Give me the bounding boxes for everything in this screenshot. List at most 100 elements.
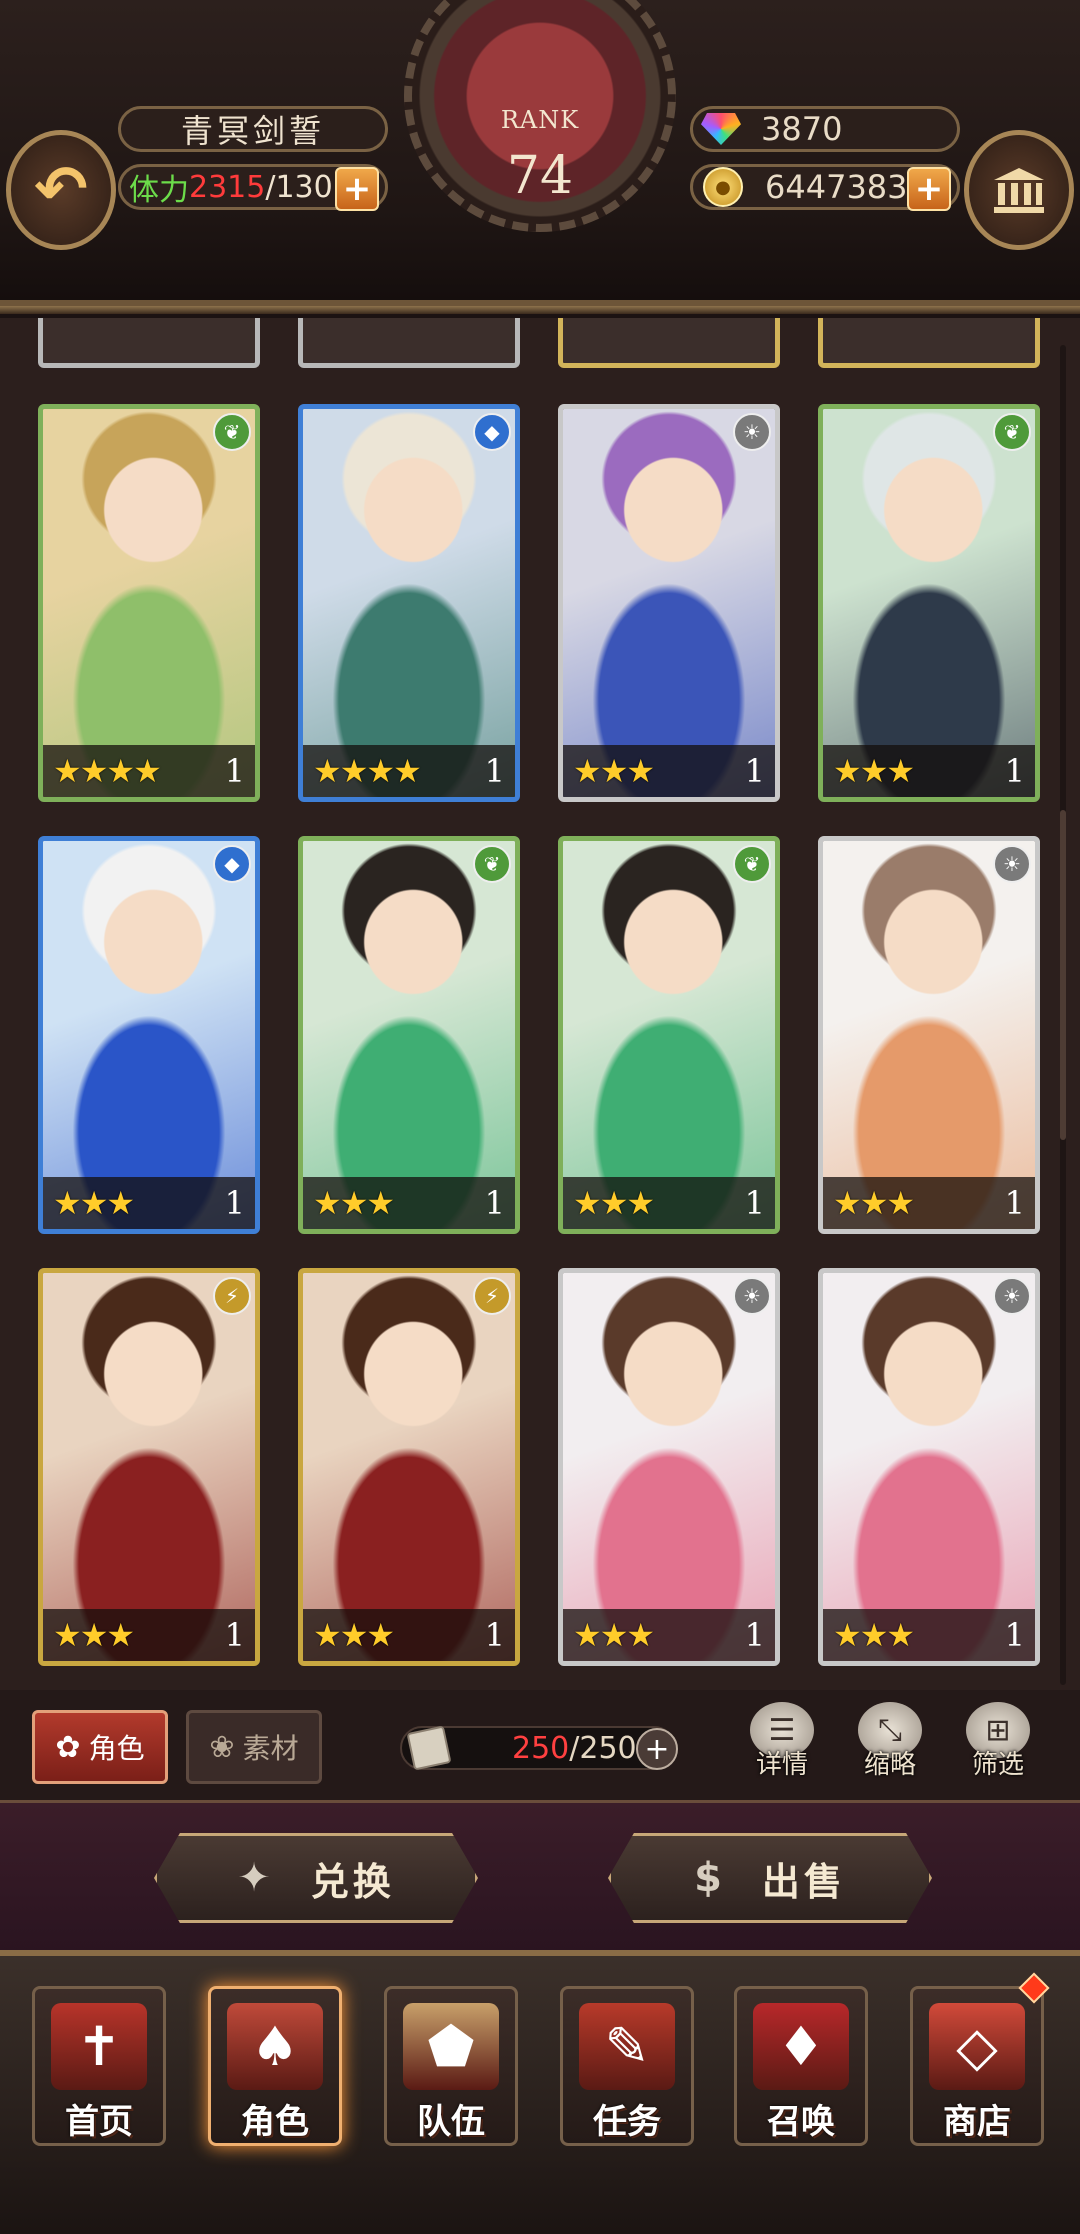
card-footer: ★★★ 1 — [563, 1609, 775, 1661]
nature-element-icon: ❦ — [733, 845, 771, 883]
star-rating: ★★★ — [53, 1616, 135, 1654]
nature-element-icon: ❦ — [213, 413, 251, 451]
star-rating: ★★★ — [313, 1616, 395, 1654]
character-portrait — [43, 841, 255, 1229]
exchange-label: 兑换 — [310, 1859, 395, 1904]
card-level: 1 — [484, 752, 505, 790]
card-partial[interactable] — [818, 318, 1040, 368]
character-card[interactable]: ❦ ★★★★ 1 — [38, 404, 260, 802]
nav-label: 角色 — [241, 2102, 309, 2142]
money-bag-icon: $ — [694, 1855, 726, 1901]
character-card[interactable]: ❦ ★★★ 1 — [298, 836, 520, 1234]
sell-label: 出售 — [761, 1859, 846, 1904]
star-rating: ★★★ — [573, 752, 655, 790]
card-level: 1 — [1004, 1616, 1025, 1654]
nature-element-icon: ❦ — [993, 413, 1031, 451]
player-name: 青冥剑誓 — [118, 106, 388, 152]
character-card[interactable]: ☀ ★★★ 1 — [558, 404, 780, 802]
card-footer: ★★★ 1 — [823, 745, 1035, 797]
card-footer: ★★★ 1 — [303, 1609, 515, 1661]
nav-item-6[interactable]: ◇ 商店 — [910, 1972, 1050, 2146]
team-emblem-icon: ⬟ — [403, 2003, 499, 2090]
quest-book-icon: ✎ — [579, 2003, 675, 2090]
summon-card-icon: ♦ — [753, 2003, 849, 2090]
card-level: 1 — [484, 1184, 505, 1222]
star-rating: ★★★★ — [53, 752, 162, 790]
character-card[interactable]: ❦ ★★★ 1 — [558, 836, 780, 1234]
card-level: 1 — [744, 1184, 765, 1222]
rank-label: RANK — [500, 106, 580, 134]
character-portrait — [43, 409, 255, 797]
character-card[interactable]: ❦ ★★★ 1 — [818, 404, 1040, 802]
character-card[interactable]: ☀ ★★★ 1 — [818, 1268, 1040, 1666]
card-partial[interactable] — [298, 318, 520, 368]
card-footer: ★★★ 1 — [823, 1177, 1035, 1229]
character-card[interactable]: ☀ ★★★ 1 — [818, 836, 1040, 1234]
character-portrait — [823, 1273, 1035, 1661]
star-rating: ★★★★ — [313, 752, 422, 790]
scrollbar-thumb[interactable] — [1060, 810, 1066, 1140]
card-footer: ★★★ 1 — [563, 745, 775, 797]
nav-item-1[interactable]: ✝ 首页 — [32, 1986, 166, 2146]
action-bar: ✦ 兑换 $ 出售 — [0, 1800, 1080, 1953]
detail-label: 详情 — [755, 1750, 808, 1780]
nav-item-2[interactable]: ♠ 角色 — [208, 1986, 342, 2146]
capacity-current: 250 — [512, 1730, 570, 1766]
water-element-icon: ◆ — [213, 845, 251, 883]
card-level: 1 — [224, 752, 245, 790]
character-portrait — [563, 841, 775, 1229]
add-gold-button[interactable]: + — [907, 167, 951, 211]
bottom-navigation: ✝ 首页 ♠ 角色 ⬟ 队伍 ✎ 任务 ♦ 召唤 ◇ 商店 — [0, 1950, 1080, 2234]
card-level: 1 — [484, 1616, 505, 1654]
card-partial[interactable] — [558, 318, 780, 368]
card-level: 1 — [224, 1616, 245, 1654]
character-portrait — [563, 409, 775, 797]
star-rating: ★★★ — [833, 1616, 915, 1654]
sell-button[interactable]: $ 出售 — [608, 1833, 932, 1923]
character-portrait — [823, 409, 1035, 797]
card-footer: ★★★ 1 — [43, 1177, 255, 1229]
nav-label: 商店 — [943, 2102, 1011, 2142]
card-grid[interactable]: ❦ ★★★★ 1 ◆ ★★★★ 1 ☀ ★★★ 1 ❦ ★★★ 1 ◆ ★★★ 1 ❦ ★★★ 1 ❦ ★★★ 1 ☀ ★★… — [0, 318, 1080, 1690]
thumbnail-label: 缩略 — [863, 1750, 916, 1780]
nav-label: 召唤 — [767, 2102, 835, 2142]
stamina-display: 体力 2315 /130 + — [118, 164, 388, 211]
gem-count: 3870 — [761, 110, 843, 148]
character-portrait — [303, 1273, 515, 1661]
character-card[interactable]: ⚡ ★★★ 1 — [298, 1268, 520, 1666]
nav-item-5[interactable]: ♦ 召唤 — [734, 1986, 868, 2146]
add-stamina-button[interactable]: + — [335, 167, 379, 211]
gold-coin-icon: ● — [703, 167, 743, 207]
card-footer: ★★★★ 1 — [303, 745, 515, 797]
tab-character[interactable]: ✿ 角色 — [32, 1710, 168, 1784]
character-portrait — [563, 1273, 775, 1661]
inventory-toolbar: ✿ 角色 ❀ 素材 250 /250 + ☰ 详情 ⤡ 缩略 ⊞ 筛选 — [0, 1690, 1080, 1800]
character-card[interactable]: ⚡ ★★★ 1 — [38, 1268, 260, 1666]
material-tab-icon: ❀ — [209, 1729, 235, 1765]
exchange-button[interactable]: ✦ 兑换 — [154, 1833, 478, 1923]
card-partial[interactable] — [38, 318, 260, 368]
character-card[interactable]: ☀ ★★★ 1 — [558, 1268, 780, 1666]
character-portrait — [303, 841, 515, 1229]
card-level: 1 — [224, 1184, 245, 1222]
card-capacity: 250 /250 + — [400, 1725, 678, 1771]
character-card[interactable]: ◆ ★★★ 1 — [38, 836, 260, 1234]
thumbnail-button[interactable]: ⤡ 缩略 — [850, 1702, 930, 1781]
nav-item-4[interactable]: ✎ 任务 — [560, 1986, 694, 2146]
card-footer: ★★★ 1 — [303, 1177, 515, 1229]
pillar-building-icon — [994, 168, 1044, 213]
thunder-element-icon: ⚡ — [213, 1277, 251, 1315]
puzzle-icon: ✦ — [237, 1855, 275, 1901]
filter-button[interactable]: ⊞ 筛选 — [958, 1702, 1038, 1781]
character-card[interactable]: ◆ ★★★★ 1 — [298, 404, 520, 802]
tab-material[interactable]: ❀ 素材 — [186, 1710, 322, 1784]
menu-button[interactable] — [964, 130, 1074, 250]
thunder-element-icon: ⚡ — [473, 1277, 511, 1315]
home-banner-icon: ✝ — [51, 2003, 147, 2090]
card-footer: ★★★ 1 — [43, 1609, 255, 1661]
expand-capacity-button[interactable]: + — [636, 1728, 678, 1770]
detail-button[interactable]: ☰ 详情 — [742, 1702, 822, 1781]
card-footer: ★★★★ 1 — [43, 745, 255, 797]
nav-item-3[interactable]: ⬟ 队伍 — [384, 1986, 518, 2146]
back-button[interactable]: ↶ — [6, 130, 116, 250]
